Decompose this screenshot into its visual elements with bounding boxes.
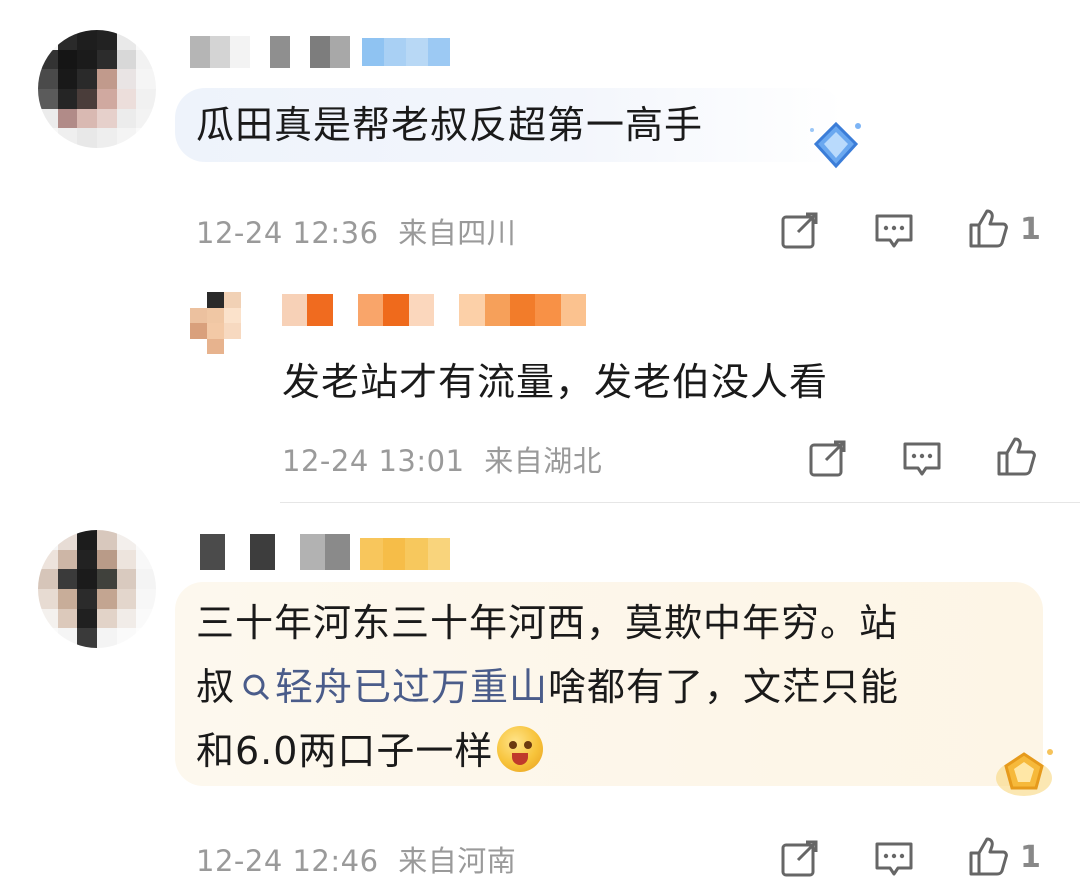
hashtag-link[interactable]: 轻舟已过万重山 bbox=[235, 665, 548, 709]
comment-location: 来自河南 bbox=[398, 844, 517, 878]
diamond-badge-icon bbox=[806, 118, 866, 174]
username[interactable] bbox=[190, 36, 350, 68]
user-level-badge bbox=[362, 38, 450, 66]
comment-date: 12-24 13:01 bbox=[282, 444, 465, 478]
comment-text-line: 和6.0两口子一样 bbox=[196, 722, 544, 780]
share-icon[interactable] bbox=[778, 208, 822, 252]
comment-icon[interactable] bbox=[872, 836, 916, 880]
like-count: 1 bbox=[1020, 212, 1041, 247]
avatar[interactable] bbox=[190, 292, 258, 354]
user-level-badge bbox=[360, 538, 450, 570]
gold-badge-icon bbox=[990, 744, 1058, 800]
thumbs-up-icon[interactable] bbox=[966, 206, 1010, 250]
username[interactable] bbox=[200, 534, 350, 570]
comment-date: 12-24 12:46 bbox=[196, 844, 379, 878]
avatar[interactable] bbox=[38, 30, 156, 148]
comment-text: 发老站才有流量，发老伯没人看 bbox=[282, 360, 829, 404]
comment-location: 来自湖北 bbox=[484, 444, 603, 478]
search-icon bbox=[241, 660, 271, 701]
comment-meta: 12-24 13:01 来自湖北 bbox=[282, 438, 602, 480]
share-icon[interactable] bbox=[806, 436, 850, 480]
comment-meta: 12-24 12:36 来自四川 bbox=[196, 210, 516, 252]
divider bbox=[280, 502, 1080, 503]
comment-text-line: 叔轻舟已过万重山啥都有了，文茫只能 bbox=[196, 658, 899, 716]
like-count: 1 bbox=[1020, 840, 1041, 875]
avatar[interactable] bbox=[38, 530, 156, 648]
comment-icon[interactable] bbox=[900, 436, 944, 480]
thumbs-up-icon[interactable] bbox=[994, 434, 1038, 478]
thumbs-up-icon[interactable] bbox=[966, 834, 1010, 878]
comment-text-line: 三十年河东三十年河西，莫欺中年穷。站 bbox=[196, 601, 899, 645]
comment-date: 12-24 12:36 bbox=[196, 216, 379, 250]
comment-icon[interactable] bbox=[872, 208, 916, 252]
comment-text: 瓜田真是帮老叔反超第一高手 bbox=[196, 103, 704, 147]
share-icon[interactable] bbox=[778, 836, 822, 880]
emoji-icon bbox=[497, 726, 544, 772]
username[interactable] bbox=[282, 294, 586, 326]
comment-location: 来自四川 bbox=[398, 216, 517, 250]
comment-meta: 12-24 12:46 来自河南 bbox=[196, 838, 516, 880]
